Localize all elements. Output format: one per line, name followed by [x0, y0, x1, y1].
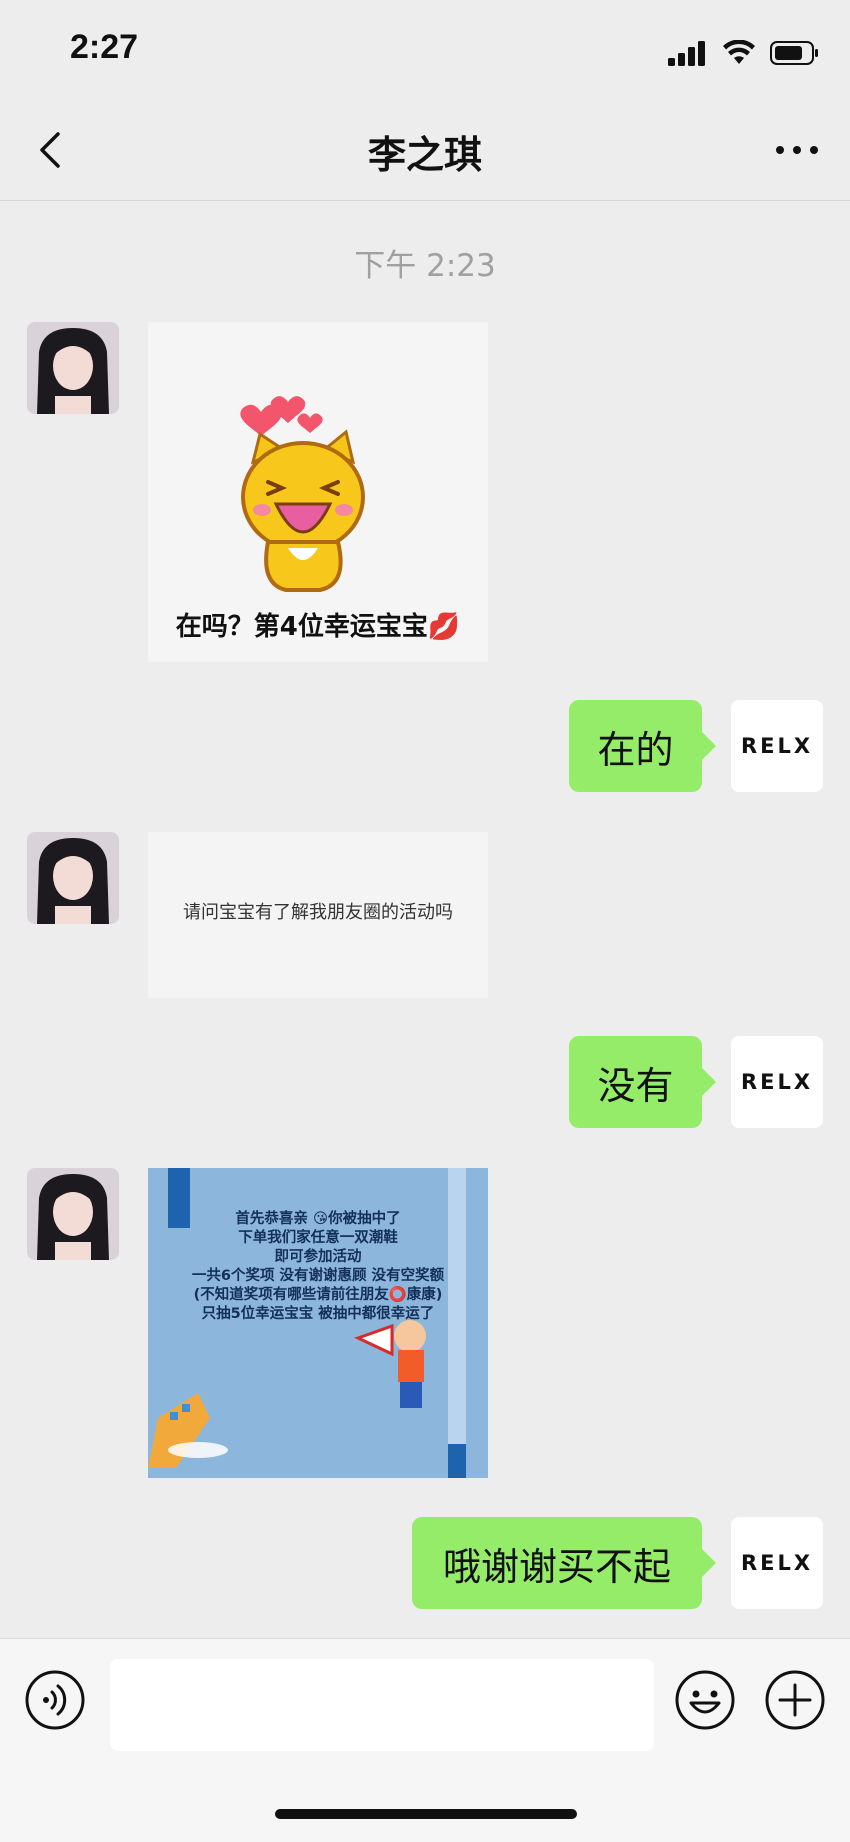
- poster-image-message[interactable]: 首先恭喜亲 😘你被抽中了 下单我们家任意一双潮鞋 即可参加活动 一共6个奖项 没…: [148, 1168, 488, 1478]
- self-avatar[interactable]: RELX: [731, 1036, 823, 1128]
- contact-avatar[interactable]: [27, 1168, 119, 1260]
- message-input[interactable]: [110, 1659, 654, 1751]
- wifi-icon: [723, 40, 755, 64]
- girl-portrait-icon: [27, 322, 119, 414]
- emoji-icon[interactable]: [674, 1669, 736, 1731]
- contact-avatar[interactable]: [27, 832, 119, 924]
- girl-portrait-icon: [27, 1168, 119, 1260]
- input-bar: [0, 1638, 850, 1842]
- image-message[interactable]: 请问宝宝有了解我朋友圈的活动吗: [148, 832, 488, 998]
- status-bar: 2:27: [0, 0, 850, 100]
- poster-text: 首先恭喜亲 😘你被抽中了 下单我们家任意一双潮鞋 即可参加活动 一共6个奖项 没…: [191, 1211, 445, 1322]
- chat-title: 李之琪: [367, 133, 482, 177]
- relx-logo: RELX: [740, 1070, 814, 1094]
- chat-timestamp: 下午 2:23: [354, 248, 496, 284]
- message-text: 哦谢谢买不起: [442, 1544, 671, 1589]
- message-text: 在的: [597, 727, 674, 772]
- message-bubble-self[interactable]: 在的: [569, 700, 716, 792]
- status-time: 2:27: [70, 28, 139, 66]
- plus-icon[interactable]: [764, 1669, 826, 1731]
- self-avatar[interactable]: RELX: [731, 1517, 823, 1609]
- contact-avatar[interactable]: [27, 322, 119, 414]
- relx-logo: RELX: [740, 1551, 814, 1575]
- cellular-signal-icon: [668, 41, 705, 66]
- self-avatar[interactable]: RELX: [731, 700, 823, 792]
- message-text: 没有: [597, 1063, 674, 1108]
- battery-icon: [770, 41, 818, 65]
- message-bubble-self[interactable]: 哦谢谢买不起: [412, 1517, 716, 1609]
- sticker-message[interactable]: 在吗？第4位幸运宝宝💋: [148, 322, 488, 662]
- home-indicator[interactable]: [275, 1809, 577, 1819]
- status-icons: [668, 38, 820, 68]
- sticker-caption: 在吗？第4位幸运宝宝💋: [175, 612, 461, 642]
- image-caption: 请问宝宝有了解我朋友圈的活动吗: [183, 902, 453, 923]
- more-icon[interactable]: [772, 128, 822, 172]
- relx-logo: RELX: [740, 734, 814, 758]
- girl-portrait-icon: [27, 832, 119, 924]
- chat-header: 李之琪: [0, 100, 850, 201]
- message-bubble-self[interactable]: 没有: [569, 1036, 716, 1128]
- voice-icon[interactable]: [24, 1669, 86, 1731]
